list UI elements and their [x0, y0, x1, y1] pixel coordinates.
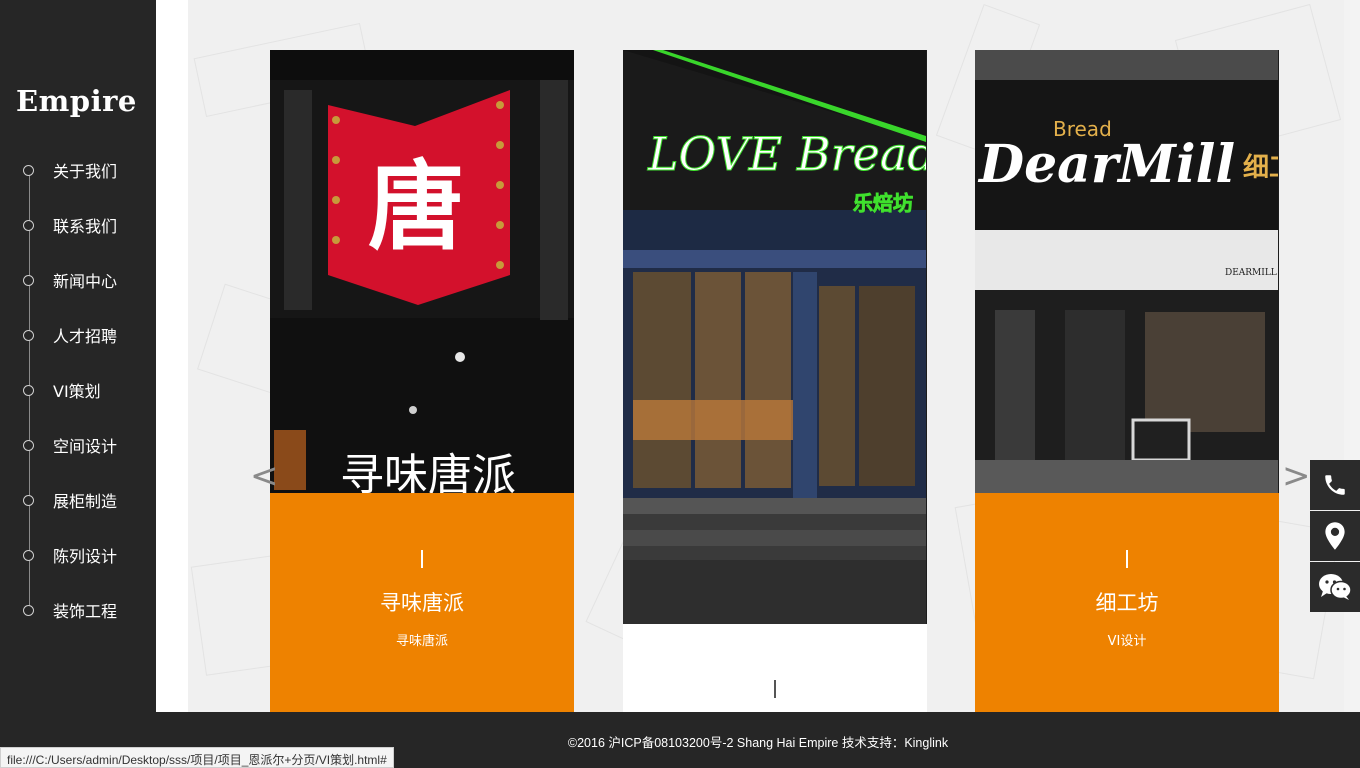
location-contact-button[interactable] — [1310, 511, 1360, 561]
project-card-tangpai[interactable]: 唐 寻味唐派 寻味唐派 寻味唐派 — [270, 50, 574, 712]
project-photo: 唐 寻味唐派 — [270, 50, 574, 493]
phone-contact-button[interactable] — [1310, 460, 1360, 510]
sidebar: Empire 关于我们 联系我们 新闻中心 人才招聘 VI策划 空间设计 展柜制… — [0, 0, 156, 768]
nav-dot-icon — [23, 274, 34, 286]
sign-text: LOVE Breads — [647, 127, 926, 181]
nav-item-decoration[interactable]: 装饰工程 — [23, 600, 118, 621]
nav-item-news[interactable]: 新闻中心 — [23, 270, 118, 291]
sign-right-text: DEARMILL — [1225, 268, 1277, 278]
nav-dot-icon — [23, 164, 34, 176]
project-info-panel — [623, 624, 927, 712]
project-card-dearmill[interactable]: Bread DearMill 细工 DEARMILL 细工坊 VI设计 — [975, 50, 1279, 712]
wechat-contact-button[interactable] — [1310, 562, 1360, 612]
storefront-illustration: LOVE Breads 乐焙坊 — [623, 50, 927, 624]
project-photo: Bread DearMill 细工 DEARMILL — [975, 50, 1279, 493]
status-bar-url: file:///C:/Users/admin/Desktop/sss/项目/项目… — [0, 747, 394, 768]
divider-bar — [774, 680, 776, 698]
nav-item-label: 空间设计 — [53, 437, 118, 456]
divider-bar — [421, 550, 423, 568]
sign-logo-char: 唐 — [368, 151, 464, 263]
storefront-illustration: 唐 寻味唐派 — [270, 50, 574, 493]
project-card-lovebreads[interactable]: LOVE Breads 乐焙坊 — [623, 50, 927, 712]
nav-dot-icon — [23, 329, 34, 341]
sign-cn-text: 乐焙坊 — [853, 191, 913, 215]
location-pin-icon — [1325, 522, 1345, 550]
project-photo: LOVE Breads 乐焙坊 — [623, 50, 927, 624]
nav-item-about[interactable]: 关于我们 — [23, 160, 118, 181]
storefront-illustration: Bread DearMill 细工 DEARMILL — [975, 50, 1279, 493]
project-info-panel: 细工坊 VI设计 — [975, 493, 1279, 712]
nav-item-vi[interactable]: VI策划 — [23, 380, 101, 401]
project-title: 寻味唐派 — [380, 591, 464, 615]
project-title: 细工坊 — [1095, 591, 1159, 615]
nav-dot-icon — [23, 384, 34, 396]
nav-dot-icon — [23, 494, 34, 506]
carousel-prev-arrow[interactable]: < — [250, 456, 279, 496]
nav-item-careers[interactable]: 人才招聘 — [23, 325, 118, 346]
nav-item-label: 新闻中心 — [53, 272, 118, 291]
nav-item-label: 关于我们 — [53, 162, 118, 181]
nav-dot-icon — [23, 439, 34, 451]
nav-item-label: 装饰工程 — [53, 602, 118, 621]
sign-cn-text: 细工 — [1243, 152, 1278, 183]
nav-dot-icon — [23, 604, 34, 616]
nav-item-cabinets[interactable]: 展柜制造 — [23, 490, 118, 511]
nav-item-label: 联系我们 — [53, 217, 118, 236]
nav-item-label: 展柜制造 — [53, 492, 118, 511]
wechat-icon — [1319, 574, 1352, 600]
brand-logo[interactable]: Empire — [16, 84, 137, 118]
project-subtitle: 寻味唐派 — [395, 634, 448, 649]
nav-item-contact[interactable]: 联系我们 — [23, 215, 118, 236]
divider-bar — [1126, 550, 1128, 568]
sign-text: 寻味唐派 — [340, 450, 516, 493]
nav-dot-icon — [23, 549, 34, 561]
nav-item-label: 陈列设计 — [53, 547, 118, 566]
nav-item-label: VI策划 — [53, 382, 101, 401]
project-info-panel: 寻味唐派 寻味唐派 — [270, 493, 574, 712]
nav-item-space-design[interactable]: 空间设计 — [23, 435, 118, 456]
phone-icon — [1325, 475, 1345, 495]
carousel-next-arrow[interactable]: > — [1282, 456, 1311, 496]
nav-item-label: 人才招聘 — [53, 327, 118, 346]
project-subtitle: VI设计 — [1107, 634, 1147, 649]
nav-dot-icon — [23, 219, 34, 231]
sign-text: DearMill — [977, 134, 1235, 195]
nav-item-display-design[interactable]: 陈列设计 — [23, 545, 118, 566]
